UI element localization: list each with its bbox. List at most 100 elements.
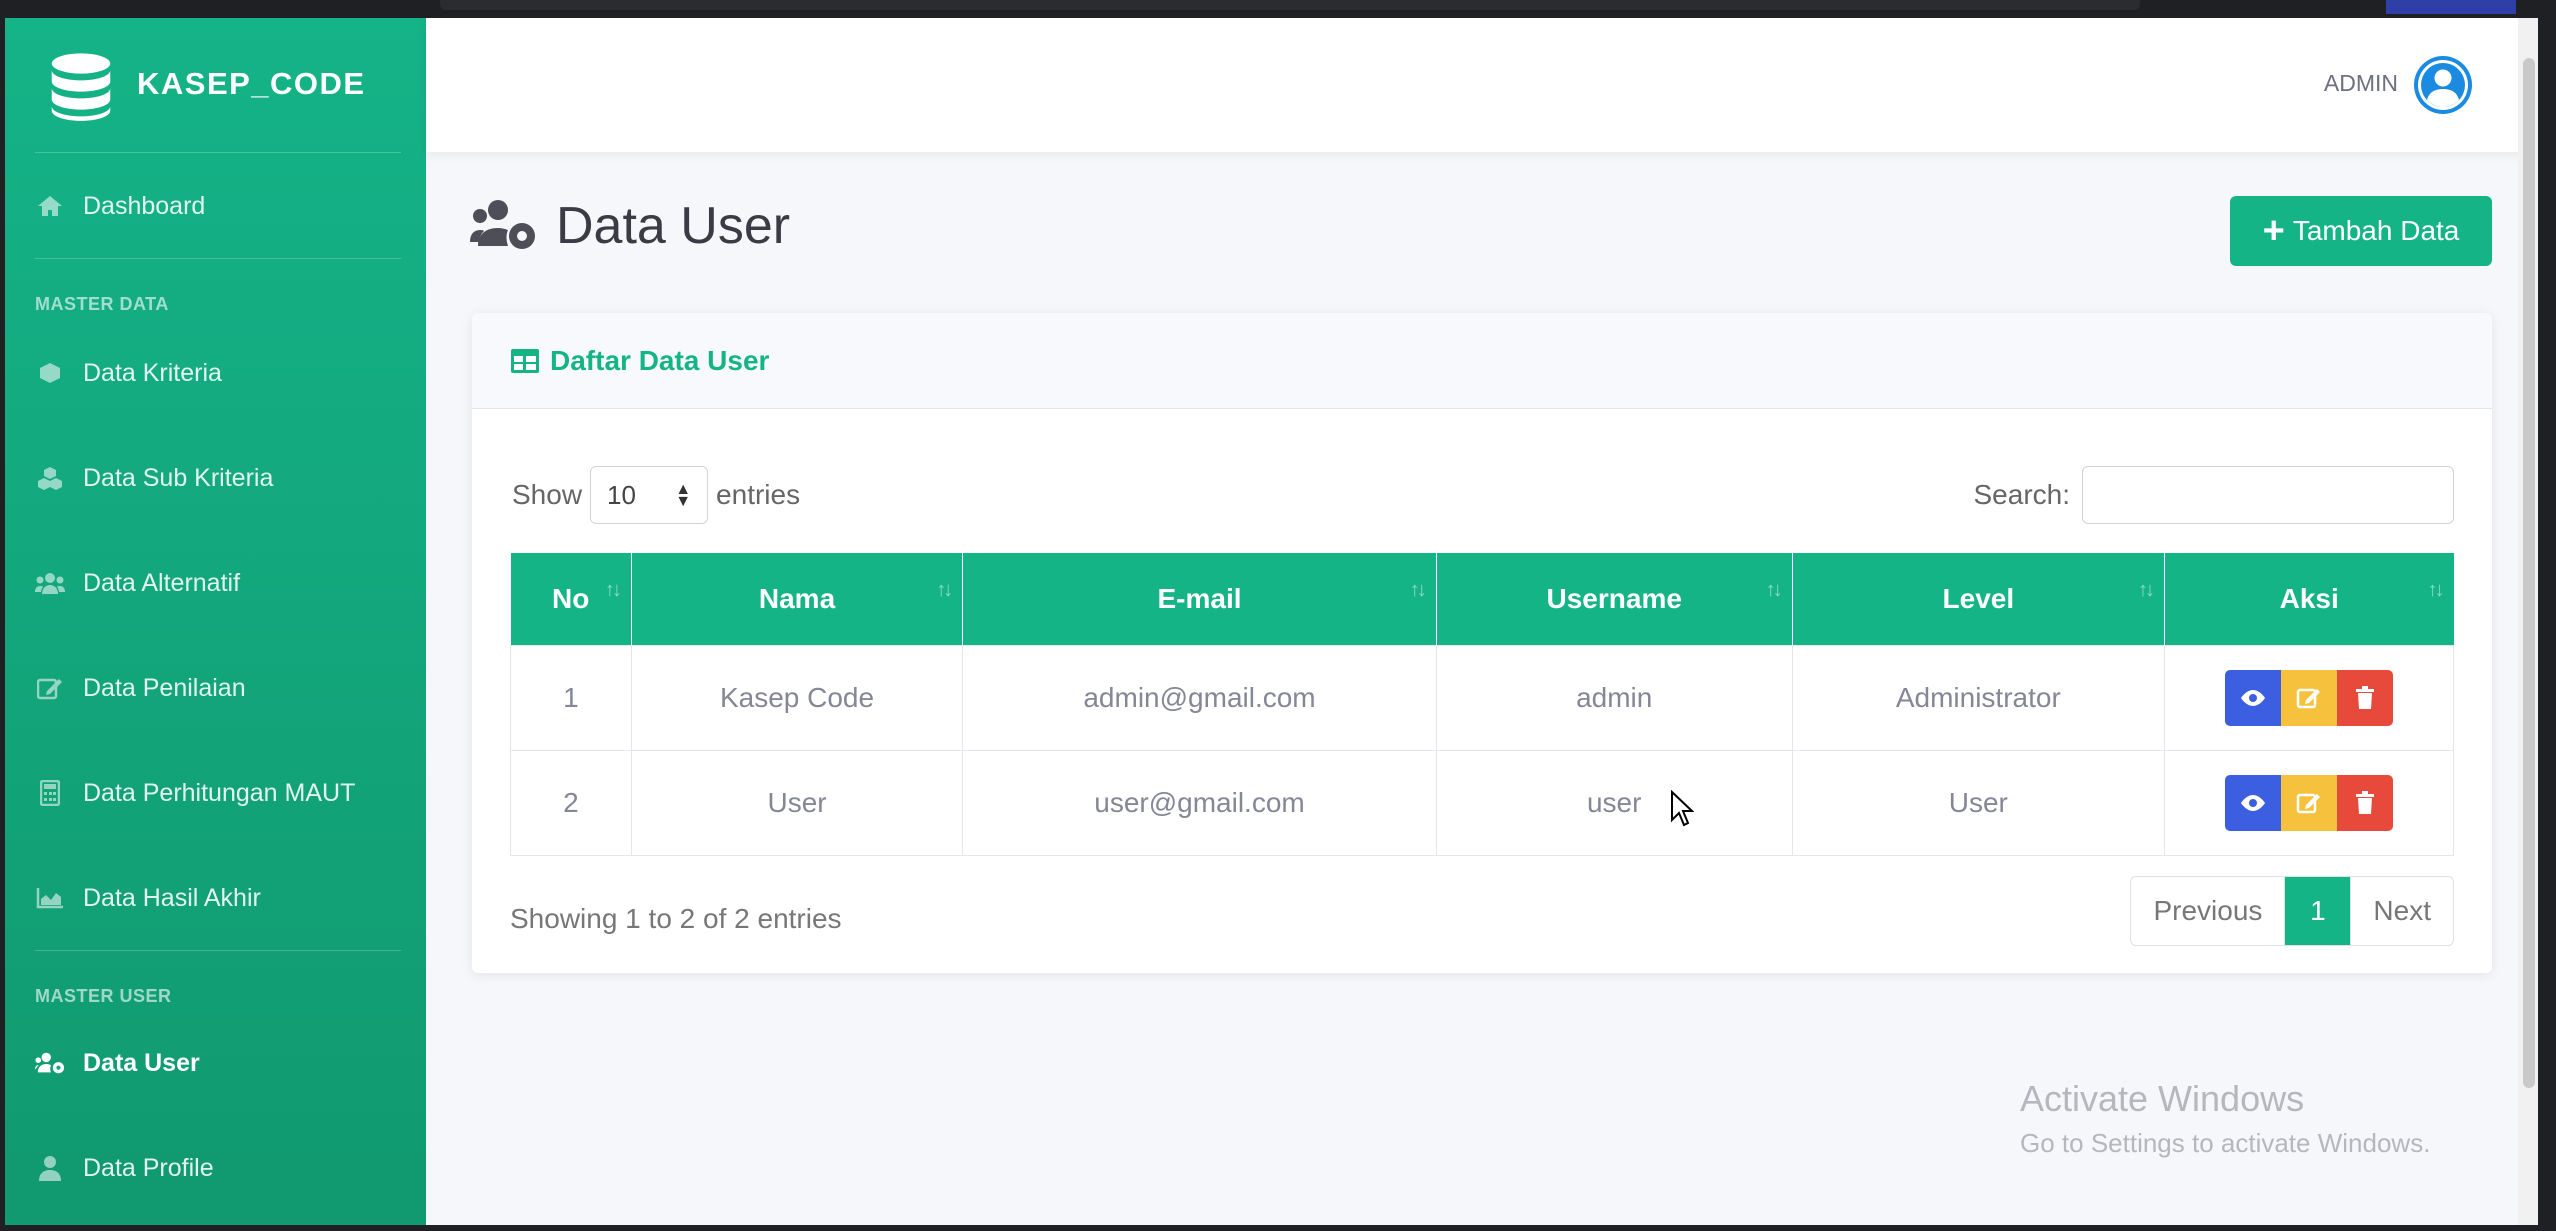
search-input[interactable] [2082,466,2454,524]
edit-button[interactable] [2280,774,2337,831]
sidebar-item-data-penilaian[interactable]: Data Penilaian [35,668,246,708]
brand-name: KASEP_CODE [137,66,366,101]
scrollbar-thumb[interactable] [2523,58,2535,1088]
sidebar-item-data-kriteria[interactable]: Data Kriteria [35,353,222,393]
edit-icon [2296,688,2320,708]
sidebar-item-data-perhitungan-maut[interactable]: Data Perhitungan MAUT [35,773,355,813]
topbar-username[interactable]: ADMIN [2324,70,2398,97]
watermark-title: Activate Windows [2020,1078,2305,1119]
brand[interactable]: KASEP_CODE [5,18,426,152]
sidebar: KASEP_CODE Dashboard MASTER DATA Data Kr… [5,18,426,1225]
sidebar-item-label: Data Sub Kriteria [83,463,274,492]
table-info: Showing 1 to 2 of 2 entries [510,903,842,934]
edit-button[interactable] [2280,669,2337,726]
cell-email: user@gmail.com [962,749,1437,856]
column-header-username[interactable]: Username ↑↓ [1436,553,1793,645]
user-icon [35,1153,65,1183]
eye-icon [2240,689,2265,706]
sidebar-divider [35,950,401,951]
sort-icon: ↑↓ [936,579,953,601]
pagination-page-1[interactable]: 1 [2285,877,2352,945]
card-header: Daftar Data User [472,313,2492,409]
avatar[interactable] [2414,56,2472,114]
app-window: KASEP_CODE Dashboard MASTER DATA Data Kr… [5,18,2538,1225]
eye-icon [2240,794,2265,811]
table-row: 2 User user@gmail.com user User [510,749,2455,856]
sort-icon: ↑↓ [2137,579,2155,601]
view-button[interactable] [2224,774,2281,831]
page-header: Data User [470,196,790,256]
sidebar-item-data-hasil-akhir[interactable]: Data Hasil Akhir [35,878,261,918]
cell-email: admin@gmail.com [962,644,1437,751]
column-header-no[interactable]: No ↑↓ [510,553,632,645]
sidebar-item-dashboard[interactable]: Dashboard [35,186,205,226]
entries-label: entries [716,479,801,510]
cell-no: 1 [510,644,632,751]
sidebar-item-data-profile[interactable]: Data Profile [35,1148,214,1188]
cube-icon [35,358,65,388]
cell-no: 2 [510,749,632,856]
page-title: Data User [556,197,791,255]
sort-icon: ↑↓ [1409,579,1427,601]
column-header-aksi[interactable]: Aksi ↑↓ [2164,553,2454,645]
table-header-row: No ↑↓ Nama ↑↓ E-mail ↑↓ Username ↑↓ Level ↑↓ … [510,553,2454,645]
sidebar-item-data-sub-kriteria[interactable]: Data Sub Kriteria [35,458,273,498]
watermark-subtitle: Go to Settings to activate Windows. [2020,1128,2431,1158]
sidebar-item-label: Data Alternatif [83,568,241,597]
sidebar-item-label: Data Kriteria [83,358,222,387]
pagination-previous[interactable]: Previous [2131,877,2286,945]
table-icon [511,348,539,373]
page-length-control: Show 10 ▲ ▼ entries [512,466,800,524]
view-button[interactable] [2224,669,2281,726]
delete-button[interactable] [2336,774,2393,831]
pagination: Previous 1 Next [2130,876,2454,946]
sort-icon: ↑↓ [1765,579,1783,601]
show-label: Show [512,479,583,510]
page-length-value: 10 [607,479,636,510]
users-icon [35,568,65,598]
plus-icon: + [2262,210,2285,252]
sidebar-item-label: Dashboard [83,191,206,220]
sidebar-divider [35,152,401,153]
column-header-email[interactable]: E-mail ↑↓ [962,553,1437,645]
sidebar-item-label: Data Hasil Akhir [83,883,261,912]
add-data-button[interactable]: + Tambah Data [2230,196,2492,266]
search-control: Search: [1973,466,2454,524]
search-label: Search: [1973,479,2071,510]
sidebar-item-label: Data Penilaian [83,673,246,702]
page-scrollbar[interactable] [2518,18,2538,1225]
trash-icon [2355,790,2374,814]
users-cog-icon [35,1048,65,1078]
users-cog-icon [470,200,535,249]
user-list-card: Daftar Data User Show 10 ▲ ▼ entries Sear… [472,313,2492,973]
cell-actions [2163,644,2455,751]
window-top-strip [0,0,2556,18]
sidebar-item-data-user[interactable]: Data User [35,1043,200,1083]
column-header-level[interactable]: Level ↑↓ [1792,553,2165,645]
mouse-cursor-icon [1671,790,1694,827]
database-icon [51,53,111,121]
card-title: Daftar Data User [550,344,770,376]
sidebar-item-data-alternatif[interactable]: Data Alternatif [35,563,240,603]
cell-level: User [1791,749,2165,856]
tab-strip [440,0,2140,10]
cubes-icon [35,463,65,493]
column-header-nama[interactable]: Nama ↑↓ [631,553,964,645]
section-label-master-user: MASTER USER [35,986,172,1006]
sort-icon: ↑↓ [2427,579,2445,601]
section-label-master-data: MASTER DATA [35,294,169,314]
table-row: 1 Kasep Code admin@gmail.com admin Admin… [510,644,2455,751]
calculator-icon [35,778,65,808]
edit-icon [35,673,65,703]
edit-icon [2296,793,2320,813]
delete-button[interactable] [2336,669,2393,726]
page-length-select[interactable]: 10 ▲ ▼ [590,466,709,524]
sidebar-divider [35,258,401,259]
sidebar-item-label: Data User [83,1048,200,1077]
pagination-next[interactable]: Next [2351,877,2453,945]
chart-area-icon [35,883,65,913]
cell-nama: User [630,749,964,856]
taskbar-accent [2386,0,2516,14]
cell-actions [2163,749,2455,856]
home-icon [35,191,65,221]
